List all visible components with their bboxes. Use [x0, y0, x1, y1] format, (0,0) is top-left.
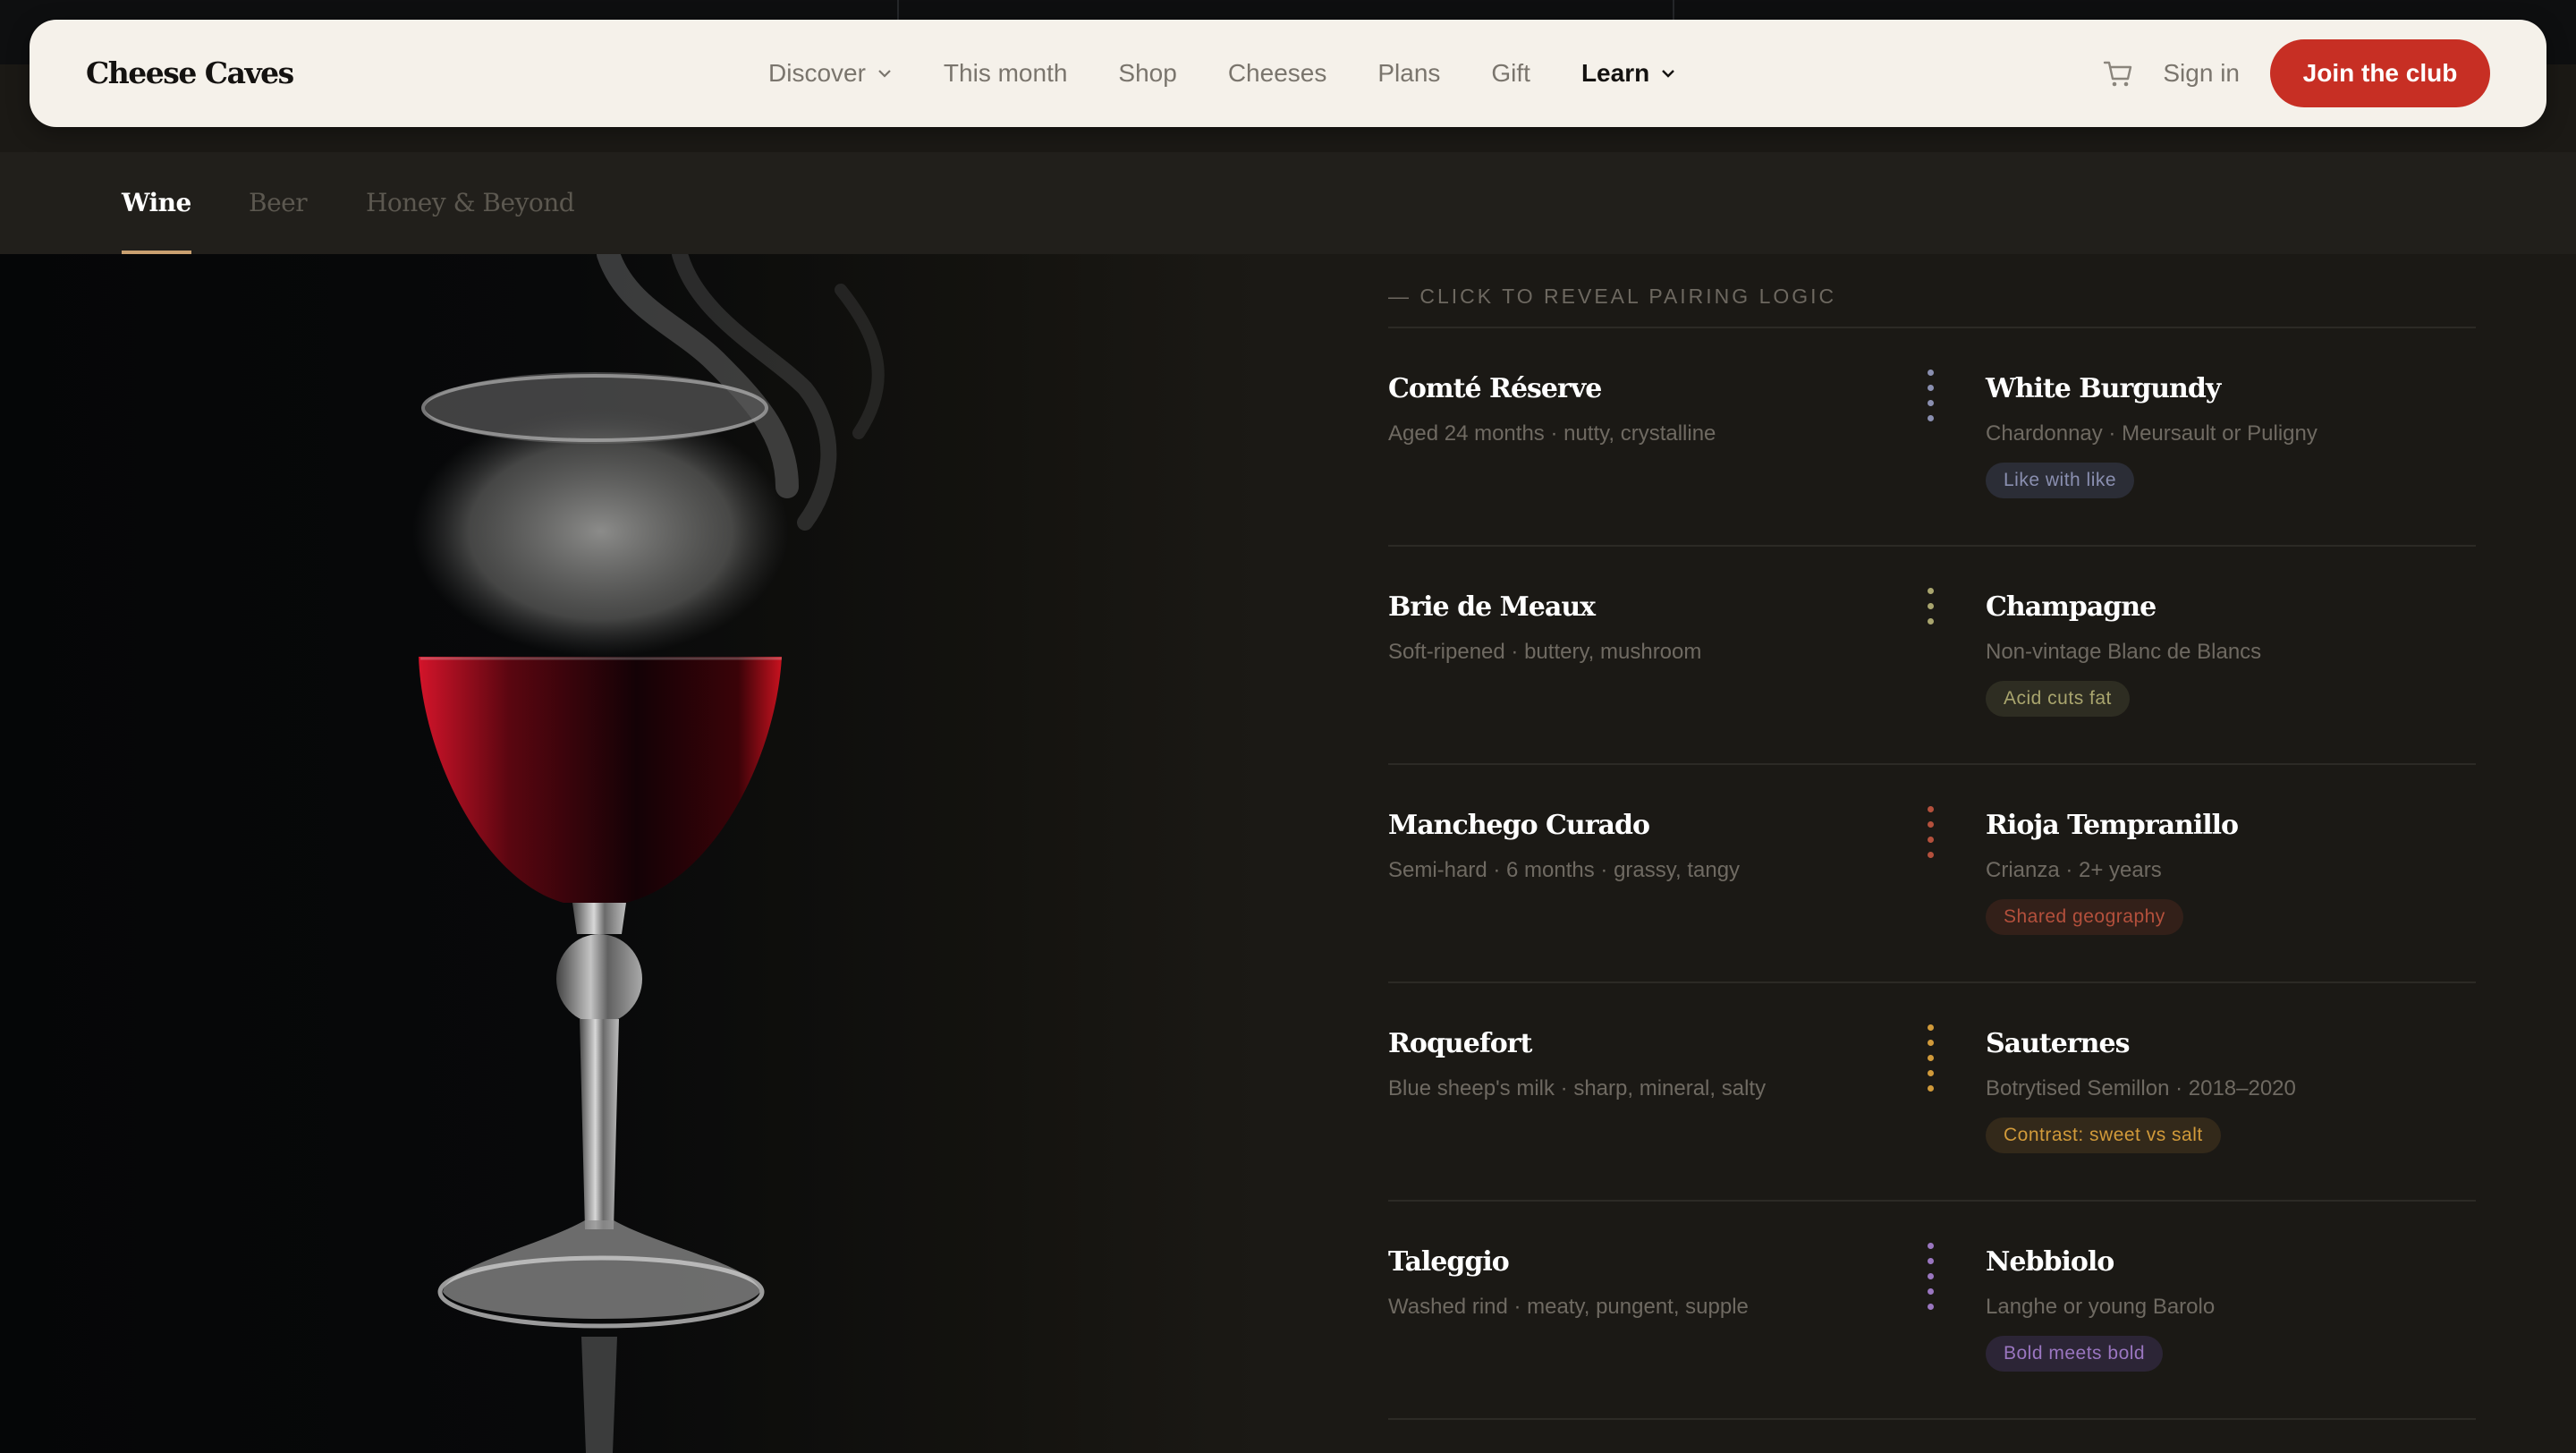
dot: [1927, 385, 1934, 391]
wine-name: White Burgundy: [1986, 373, 2221, 404]
dot: [1927, 852, 1934, 858]
dot: [1927, 821, 1934, 828]
dot: [1927, 370, 1934, 376]
join-club-button[interactable]: Join the club: [2270, 39, 2490, 107]
navbar: Cheese Caves Discover This month Shop Ch…: [30, 20, 2546, 127]
dot: [1927, 1055, 1934, 1061]
wine-description: Chardonnay · Meursault or Puligny: [1986, 421, 2318, 446]
nav-learn-label: Learn: [1580, 59, 1650, 87]
pairing-row[interactable]: Taleggio Washed rind · meaty, pungent, s…: [1388, 1202, 2476, 1420]
pairing-dots-icon[interactable]: [1925, 1024, 1936, 1100]
dot: [1927, 1258, 1934, 1264]
cheese-description: Washed rind · meaty, pungent, supple: [1388, 1295, 1749, 1319]
nav-discover-label: Discover: [768, 59, 866, 87]
tab-wine[interactable]: Wine: [122, 152, 191, 254]
dot: [1927, 1070, 1934, 1076]
pairing-row[interactable]: Brie de Meaux Soft-ripened · buttery, mu…: [1388, 547, 2476, 765]
cheese-description: Soft-ripened · buttery, mushroom: [1388, 640, 1702, 664]
cheese-description: Semi-hard · 6 months · grassy, tangy: [1388, 858, 1741, 882]
sign-in-link[interactable]: Sign in: [2163, 59, 2240, 88]
dot: [1927, 1288, 1934, 1295]
nav-cheeses[interactable]: Cheeses: [1228, 59, 1327, 88]
wine-description: Langhe or young Barolo: [1986, 1295, 2216, 1319]
divider: [897, 0, 899, 20]
dot: [1927, 806, 1934, 812]
wine-name: Champagne: [1986, 591, 2157, 623]
dot: [1927, 1243, 1934, 1249]
nav-discover[interactable]: Discover: [768, 59, 893, 88]
pairing-logic-tag: Bold meets bold: [1986, 1336, 2164, 1372]
pairing-row[interactable]: Manchego Curado Semi-hard · 6 months · g…: [1388, 765, 2476, 983]
pairing-dots-icon[interactable]: [1925, 370, 1936, 430]
nav-links: Discover This month Shop Cheeses Plans G…: [768, 20, 1727, 127]
wine-glass-photo: [0, 254, 1261, 1453]
cheese-name: Brie de Meaux: [1388, 591, 1596, 623]
pairing-dots-icon[interactable]: [1925, 588, 1936, 633]
dot: [1927, 415, 1934, 421]
wine-description: Crianza · 2+ years: [1986, 858, 2162, 882]
chevron-down-icon: [1662, 70, 1675, 78]
wine-glass-illustration: [412, 254, 885, 1453]
dot: [1927, 1040, 1934, 1046]
pairing-logic-tag: Like with like: [1986, 463, 2135, 498]
pairing-logic-tag: Shared geography: [1986, 899, 2183, 935]
pairing-tabs: Wine Beer Honey & Beyond: [0, 152, 2576, 254]
tab-beer[interactable]: Beer: [249, 152, 308, 254]
pairing-logic-tag: Contrast: sweet vs salt: [1986, 1117, 2221, 1153]
dot: [1927, 1273, 1934, 1279]
wine-description: Non-vintage Blanc de Blancs: [1986, 640, 2262, 664]
nav-learn[interactable]: Learn: [1581, 59, 1676, 88]
nav-gift[interactable]: Gift: [1491, 59, 1530, 88]
nav-actions: Sign in Join the club: [2102, 20, 2490, 127]
dot: [1927, 1304, 1934, 1310]
wine-name: Nebbiolo: [1986, 1246, 2114, 1278]
dot: [1927, 400, 1934, 406]
cheese-name: Taleggio: [1388, 1246, 1510, 1278]
dot: [1927, 588, 1934, 594]
nav-shop[interactable]: Shop: [1118, 59, 1176, 88]
cheese-description: Blue sheep's milk · sharp, mineral, salt…: [1388, 1076, 1767, 1100]
cheese-description: Aged 24 months · nutty, crystalline: [1388, 421, 1716, 446]
cheese-name: Manchego Curado: [1388, 810, 1650, 841]
pairing-dots-icon[interactable]: [1925, 1243, 1936, 1319]
brand-logo[interactable]: Cheese Caves: [86, 20, 294, 127]
pairing-row[interactable]: Roquefort Blue sheep's milk · sharp, min…: [1388, 983, 2476, 1202]
chevron-down-icon: [878, 70, 891, 78]
wine-description: Botrytised Semillon · 2018–2020: [1986, 1076, 2296, 1100]
nav-this-month[interactable]: This month: [944, 59, 1068, 88]
dot: [1927, 1085, 1934, 1092]
pairing-row[interactable]: Comté Réserve Aged 24 months · nutty, cr…: [1388, 328, 2476, 547]
cheese-name: Roquefort: [1388, 1028, 1532, 1059]
dot: [1927, 618, 1934, 625]
dot: [1927, 1024, 1934, 1031]
cheese-name: Comté Réserve: [1388, 373, 1602, 404]
pairing-dots-icon[interactable]: [1925, 806, 1936, 867]
tab-honey-beyond[interactable]: Honey & Beyond: [366, 152, 575, 254]
nav-plans[interactable]: Plans: [1377, 59, 1440, 88]
dot: [1927, 603, 1934, 609]
wine-name: Rioja Tempranillo: [1986, 810, 2239, 841]
pairing-logic-tag: Acid cuts fat: [1986, 681, 2130, 717]
dot: [1927, 837, 1934, 843]
wine-name: Sauternes: [1986, 1028, 2130, 1059]
pairings-section-label[interactable]: — CLICK TO REVEAL PAIRING LOGIC: [1388, 285, 1836, 309]
cart-icon[interactable]: [2102, 57, 2134, 89]
divider: [1673, 0, 1674, 20]
